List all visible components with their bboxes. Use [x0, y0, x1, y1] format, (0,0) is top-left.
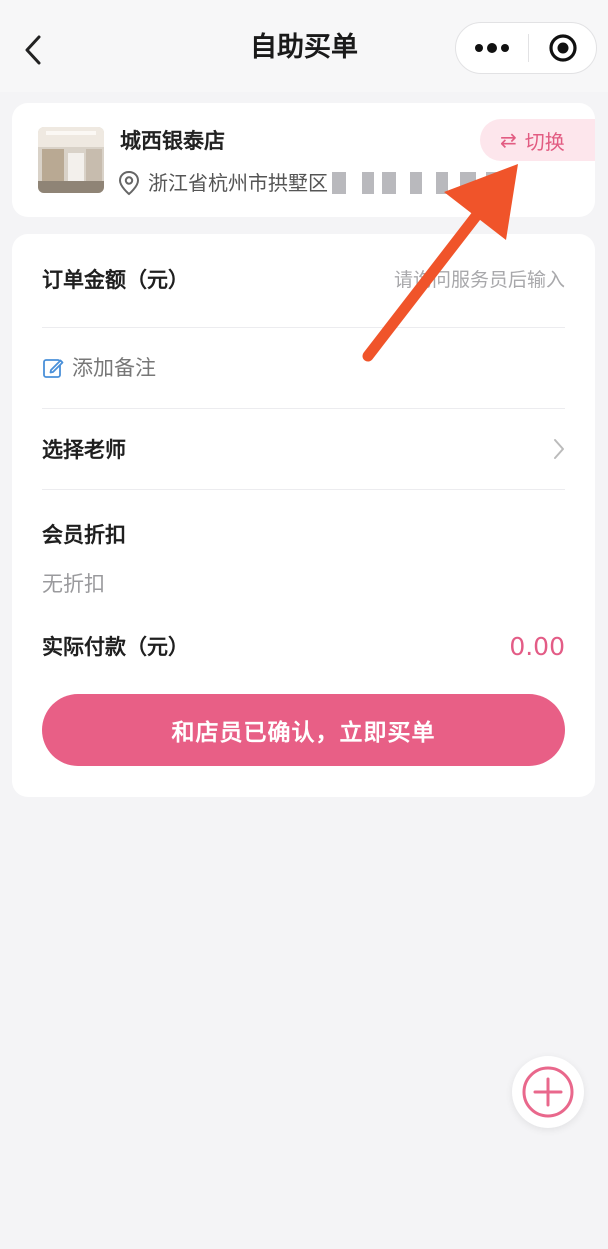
mini-program-capsule [455, 22, 597, 74]
more-dots-icon [475, 43, 509, 53]
floating-add-button[interactable] [512, 1056, 584, 1128]
actual-payment-label: 实际付款（元） [42, 635, 189, 659]
divider [42, 489, 565, 490]
chevron-right-icon [553, 438, 565, 464]
swap-arrows-icon: ⇄ [500, 128, 517, 152]
select-teacher-label: 选择老师 [42, 438, 126, 462]
select-teacher-row[interactable]: 选择老师 [42, 434, 565, 466]
target-close-icon [548, 34, 577, 62]
more-button[interactable] [456, 23, 528, 73]
annotation-arrow-icon [362, 164, 518, 362]
plus-circle-icon [522, 1066, 574, 1118]
close-mini-program-button[interactable] [529, 23, 596, 73]
actual-payment-value: 0.00 [509, 632, 565, 661]
edit-icon [42, 357, 64, 379]
confirm-pay-button[interactable]: 和店员已确认，立即买单 [42, 694, 565, 766]
discount-value: 无折扣 [42, 572, 105, 596]
member-discount-section: 会员折扣 [42, 519, 565, 551]
address-text: 浙江省杭州市拱墅区 [148, 171, 328, 195]
divider [42, 408, 565, 409]
discount-value-row: 无折扣 [42, 568, 565, 600]
actual-payment-row: 实际付款（元） 0.00 [42, 631, 565, 663]
store-photo [38, 127, 104, 193]
member-discount-label: 会员折扣 [42, 523, 126, 547]
add-note-label: 添加备注 [72, 356, 156, 380]
navigation-bar: 自助买单 [0, 0, 608, 92]
map-pin-icon [118, 170, 142, 196]
store-name: 城西银泰店 [120, 129, 225, 153]
